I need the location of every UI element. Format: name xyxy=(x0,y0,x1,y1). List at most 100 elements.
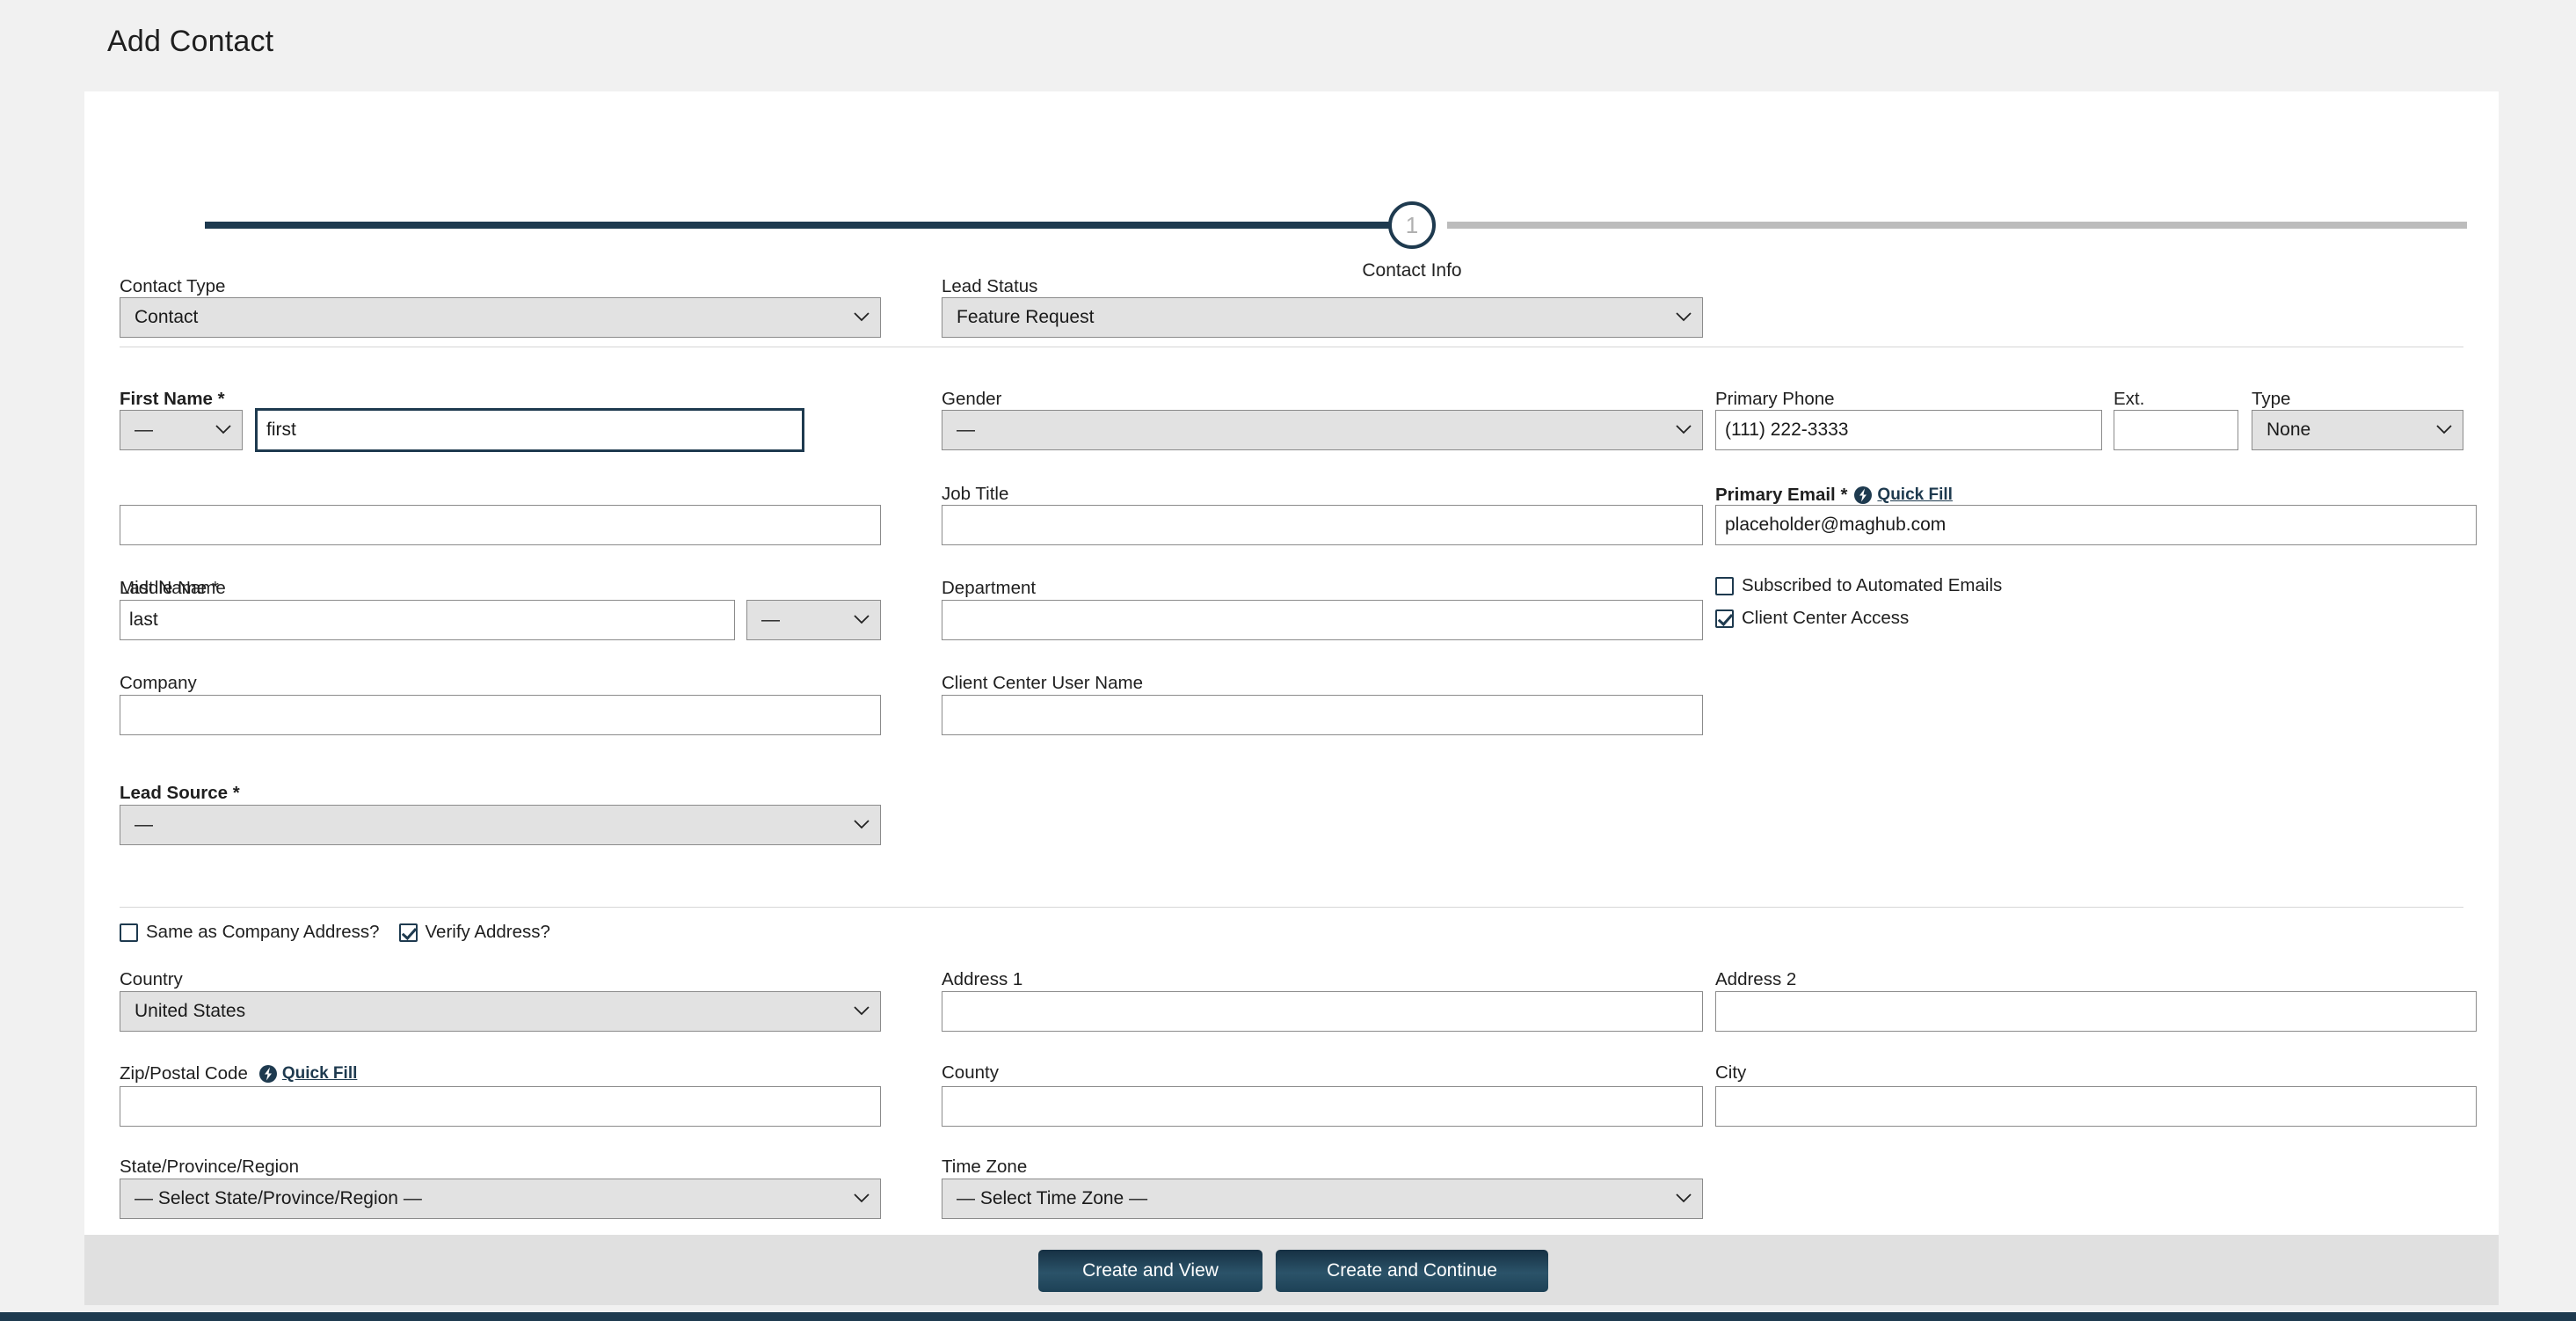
create-and-continue-button[interactable]: Create and Continue xyxy=(1276,1250,1548,1292)
subscribed-to-automated-emails-row[interactable]: Subscribed to Automated Emails xyxy=(1715,575,2002,596)
lead-source-value: — xyxy=(135,814,153,835)
timezone-value: — Select Time Zone — xyxy=(957,1188,1148,1208)
address1-label: Address 1 xyxy=(942,969,1023,989)
stepper-step-label: Contact Info xyxy=(1362,260,1462,281)
first-name-prefix-select[interactable]: — xyxy=(120,410,243,450)
same-as-company-address-checkbox[interactable] xyxy=(120,923,138,942)
ext-label: Ext. xyxy=(2114,389,2145,409)
lead-status-value: Feature Request xyxy=(957,307,1095,327)
last-name-label: Last Name * xyxy=(120,578,219,598)
zip-quick-fill[interactable]: Quick Fill xyxy=(258,1064,358,1084)
company-label: Company xyxy=(120,673,197,693)
primary-phone-label: Primary Phone xyxy=(1715,389,1835,409)
timezone-label: Time Zone xyxy=(942,1157,1028,1177)
state-select[interactable]: — Select State/Province/Region — xyxy=(120,1179,881,1219)
country-value: United States xyxy=(135,1001,246,1021)
subscribed-to-automated-emails-label: Subscribed to Automated Emails xyxy=(1742,575,2003,595)
phone-type-label: Type xyxy=(2252,389,2291,409)
first-name-label: First Name * xyxy=(120,389,225,409)
subscribed-to-automated-emails-checkbox[interactable] xyxy=(1715,576,1734,595)
page-title: Add Contact xyxy=(107,25,274,58)
last-name-input[interactable] xyxy=(120,600,735,640)
department-label: Department xyxy=(942,578,1037,598)
verify-address-row[interactable]: Verify Address? xyxy=(398,922,550,943)
last-name-suffix-select[interactable]: — xyxy=(746,600,881,640)
address1-input[interactable] xyxy=(942,991,1703,1032)
same-as-company-address-row[interactable]: Same as Company Address? xyxy=(120,922,380,943)
city-label: City xyxy=(1715,1062,1747,1083)
verify-address-checkbox[interactable] xyxy=(398,923,418,942)
zip-quick-fill-link[interactable]: Quick Fill xyxy=(282,1064,358,1084)
client-center-access-label: Client Center Access xyxy=(1742,608,1910,628)
chevron-down-icon xyxy=(854,1006,870,1017)
gender-label: Gender xyxy=(942,389,1002,409)
form-footer: Create and View Create and Continue xyxy=(84,1235,2499,1305)
contact-type-value: Contact xyxy=(135,307,199,327)
ext-input[interactable] xyxy=(2114,410,2238,450)
primary-email-quick-fill-link[interactable]: Quick Fill xyxy=(1877,485,1953,505)
address2-input[interactable] xyxy=(1715,991,2477,1032)
zip-input[interactable] xyxy=(120,1086,881,1127)
primary-email-label: Primary Email * xyxy=(1715,484,1848,505)
company-input[interactable] xyxy=(120,695,881,735)
last-name-suffix-value: — xyxy=(761,609,780,630)
contact-type-label: Contact Type xyxy=(120,276,226,296)
gender-value: — xyxy=(957,420,975,440)
same-as-company-address-label: Same as Company Address? xyxy=(146,922,380,942)
create-and-view-button[interactable]: Create and View xyxy=(1038,1250,1263,1292)
contact-type-select[interactable]: Contact xyxy=(120,297,881,338)
chevron-down-icon xyxy=(1676,1193,1692,1204)
client-center-user-name-label: Client Center User Name xyxy=(942,673,1143,693)
stepper-step-1[interactable]: 1 xyxy=(1388,201,1436,249)
middle-name-input[interactable] xyxy=(120,505,881,545)
primary-email-input[interactable] xyxy=(1715,505,2477,545)
primary-email-quick-fill[interactable]: Quick Fill xyxy=(1853,485,1953,505)
chevron-down-icon xyxy=(854,820,870,830)
chevron-down-icon xyxy=(854,1193,870,1204)
country-select[interactable]: United States xyxy=(120,991,881,1032)
client-center-access-row[interactable]: Client Center Access xyxy=(1715,608,1909,629)
lightning-bolt-icon xyxy=(1853,485,1873,505)
first-name-prefix-value: — xyxy=(135,420,153,440)
zip-label: Zip/Postal Code xyxy=(120,1062,248,1084)
county-label: County xyxy=(942,1062,999,1083)
lead-source-label: Lead Source * xyxy=(120,783,240,803)
chevron-down-icon xyxy=(1676,425,1692,435)
county-input[interactable] xyxy=(942,1086,1703,1127)
state-value: — Select State/Province/Region — xyxy=(135,1188,422,1208)
wizard-stepper: 1 Contact Info xyxy=(120,153,2467,281)
add-contact-page: Add Contact 1 Contact Info Contact Type … xyxy=(0,0,2576,1321)
gender-select[interactable]: — xyxy=(942,410,1703,450)
department-input[interactable] xyxy=(942,600,1703,640)
stepper-track-incomplete xyxy=(1447,222,2467,229)
address2-label: Address 2 xyxy=(1715,969,1797,989)
verify-address-label: Verify Address? xyxy=(425,922,550,942)
stepper-track-complete xyxy=(205,222,1399,229)
country-label: Country xyxy=(120,969,183,989)
contact-form-card: 1 Contact Info Contact Type Contact Lead… xyxy=(84,91,2499,1235)
city-input[interactable] xyxy=(1715,1086,2477,1127)
first-name-input[interactable] xyxy=(255,408,804,452)
stepper-step-number: 1 xyxy=(1405,211,1419,238)
client-center-access-checkbox[interactable] xyxy=(1715,609,1734,628)
lead-status-label: Lead Status xyxy=(942,276,1038,296)
lead-source-select[interactable]: — xyxy=(120,805,881,845)
lightning-bolt-icon xyxy=(258,1064,278,1084)
chevron-down-icon xyxy=(215,425,231,435)
chevron-down-icon xyxy=(1676,312,1692,323)
phone-type-value: None xyxy=(2267,420,2311,440)
phone-type-select[interactable]: None xyxy=(2252,410,2463,450)
page-left-margin xyxy=(0,0,84,1321)
lead-status-select[interactable]: Feature Request xyxy=(942,297,1703,338)
job-title-label: Job Title xyxy=(942,484,1009,504)
primary-phone-input[interactable] xyxy=(1715,410,2102,450)
chevron-down-icon xyxy=(2436,425,2452,435)
chevron-down-icon xyxy=(854,312,870,323)
client-center-user-name-input[interactable] xyxy=(942,695,1703,735)
chevron-down-icon xyxy=(854,615,870,625)
timezone-select[interactable]: — Select Time Zone — xyxy=(942,1179,1703,1219)
section-divider-address xyxy=(120,907,2463,908)
state-label: State/Province/Region xyxy=(120,1157,299,1177)
bottom-accent-bar xyxy=(0,1312,2576,1321)
job-title-input[interactable] xyxy=(942,505,1703,545)
